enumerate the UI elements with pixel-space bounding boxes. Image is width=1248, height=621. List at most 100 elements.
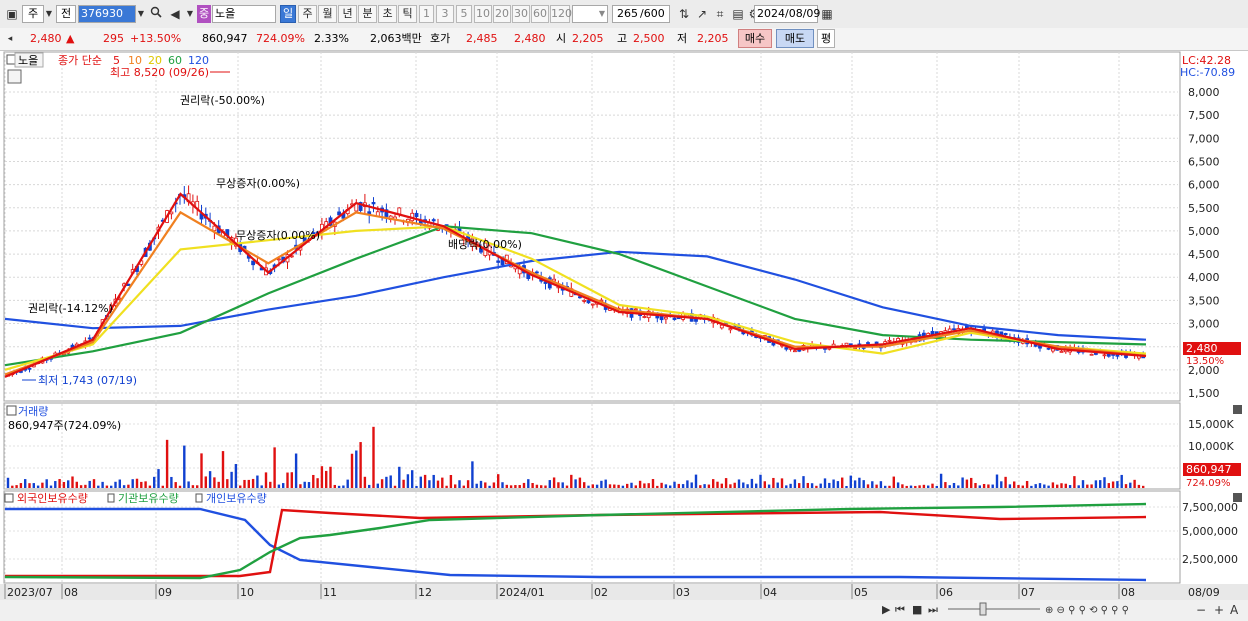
candle-body bbox=[276, 258, 281, 261]
volume-bar bbox=[1090, 484, 1093, 488]
volume-bar bbox=[750, 478, 754, 488]
volume-title: 거래량 bbox=[18, 405, 48, 418]
date-input[interactable]: 2024/08/09 bbox=[754, 5, 820, 23]
zoom-in-icon[interactable]: + bbox=[1214, 603, 1224, 617]
zoom-out-icon[interactable]: − bbox=[1196, 603, 1206, 617]
candle-body bbox=[582, 300, 587, 302]
stock-name-field[interactable]: 노을 bbox=[212, 5, 276, 23]
search-icon[interactable] bbox=[148, 5, 164, 23]
volume-bar bbox=[677, 483, 680, 488]
volume-bar bbox=[905, 485, 908, 488]
volume-bar bbox=[578, 477, 582, 488]
period-week[interactable]: 주 bbox=[298, 5, 317, 23]
interval-60[interactable]: 60 bbox=[531, 5, 549, 23]
display-count-input[interactable]: 265 bbox=[612, 5, 640, 23]
stock-chart[interactable]: 8,000 7,500 7,000 6,500 6,000 5,500 5,000 4,500… bbox=[0, 51, 1248, 621]
volume-bar bbox=[514, 485, 517, 488]
window-menu-icon[interactable]: ▣ bbox=[4, 5, 20, 23]
volume-bar bbox=[62, 481, 66, 488]
font-size-icon[interactable]: A bbox=[1230, 603, 1239, 617]
volume-bar bbox=[484, 482, 487, 488]
period-minute[interactable]: 분 bbox=[358, 5, 377, 23]
volume-bar bbox=[24, 479, 27, 488]
candle-style-icon[interactable]: ⇅ bbox=[676, 5, 692, 23]
period-day[interactable]: 일 bbox=[280, 5, 296, 23]
candle-body bbox=[1003, 333, 1008, 335]
event-rights-2: 권리락(-50.00%) bbox=[180, 94, 265, 107]
period-month[interactable]: 월 bbox=[318, 5, 337, 23]
volume-bar bbox=[415, 485, 418, 488]
scroll-right-icon[interactable]: ▶ bbox=[882, 603, 891, 616]
market-select[interactable]: 전 bbox=[56, 5, 76, 23]
forward-icon[interactable]: ⏭ bbox=[928, 603, 938, 616]
volume-bar bbox=[759, 474, 762, 488]
code-input[interactable]: 376930 bbox=[78, 5, 136, 23]
volume-bar bbox=[1025, 480, 1029, 488]
interval-10[interactable]: 10 bbox=[474, 5, 492, 23]
volume-bar bbox=[974, 483, 977, 488]
volume-bar bbox=[1056, 484, 1059, 488]
chevron-down-icon[interactable]: ▼ bbox=[182, 5, 198, 23]
volume-bar bbox=[755, 483, 758, 488]
collapse-icon[interactable]: ◂ bbox=[2, 30, 18, 48]
volume-bar bbox=[587, 485, 590, 488]
rewind-icon[interactable]: ⏮ bbox=[895, 603, 905, 616]
change-amount: 295 bbox=[103, 32, 124, 45]
volume-bar bbox=[11, 485, 14, 488]
volume-bar bbox=[531, 483, 534, 488]
period-second[interactable]: 초 bbox=[378, 5, 397, 23]
volume-bar bbox=[879, 481, 883, 488]
tool-icons[interactable]: ⊕ ⊖ ⚲ ⚲ ⟲ ⚲ ⚲ ⚲ bbox=[1045, 605, 1129, 616]
volume-bar bbox=[273, 447, 276, 488]
interval-1[interactable]: 1 bbox=[419, 5, 434, 23]
buy-button[interactable]: 매수 bbox=[738, 29, 772, 48]
last-volume-label: 860,947 bbox=[1186, 463, 1232, 476]
interval-30[interactable]: 30 bbox=[512, 5, 530, 23]
table-toggle-icon[interactable] bbox=[7, 69, 22, 84]
y-tick-label: 4,500 bbox=[1188, 248, 1220, 261]
eval-button[interactable]: 평 bbox=[817, 29, 835, 48]
volume-bar bbox=[643, 483, 646, 488]
indicator-icon[interactable]: ▤ bbox=[730, 5, 746, 23]
close-panel-icon[interactable] bbox=[1233, 493, 1242, 502]
volume-bar bbox=[574, 479, 577, 488]
interval-5[interactable]: 5 bbox=[456, 5, 472, 23]
volume-bar bbox=[71, 476, 74, 488]
volume-bar bbox=[131, 479, 134, 488]
volume-bar bbox=[1133, 479, 1136, 488]
candle-body bbox=[212, 225, 217, 232]
close-panel-icon[interactable] bbox=[1233, 405, 1242, 414]
chevron-down-icon[interactable]: ▼ bbox=[133, 5, 149, 23]
event-bonus-1: 무상증자(0.00%) bbox=[216, 177, 300, 190]
stop-icon[interactable]: ■ bbox=[912, 603, 922, 616]
calendar-icon[interactable]: ▦ bbox=[819, 5, 835, 23]
volume-bar bbox=[1043, 484, 1046, 488]
volume-bar bbox=[608, 484, 612, 488]
volume-bar bbox=[41, 482, 44, 488]
chevron-down-icon[interactable]: ▼ bbox=[594, 5, 610, 23]
x-tick-label: 03 bbox=[676, 586, 690, 599]
volume-bar bbox=[901, 484, 904, 488]
period-year[interactable]: 년 bbox=[338, 5, 357, 23]
draw-tool-icon[interactable]: ↗ bbox=[694, 5, 710, 23]
chevron-down-icon[interactable]: ▼ bbox=[44, 5, 54, 23]
interval-3[interactable]: 3 bbox=[436, 5, 454, 23]
volume-bar bbox=[1142, 485, 1145, 488]
chart-type-select[interactable]: 주 bbox=[22, 5, 44, 23]
volume-bar bbox=[148, 485, 152, 488]
interval-20[interactable]: 20 bbox=[493, 5, 511, 23]
volume-bar bbox=[256, 475, 259, 488]
bid-price: 2,480 bbox=[514, 32, 546, 45]
volume-bar bbox=[819, 483, 822, 488]
period-tick[interactable]: 틱 bbox=[398, 5, 417, 23]
volume-bar bbox=[385, 476, 388, 488]
turnover-rate: 2.33% bbox=[314, 32, 349, 45]
ask-price: 2,485 bbox=[466, 32, 498, 45]
speaker-icon[interactable]: ◀ bbox=[167, 5, 183, 23]
zoom-slider-handle[interactable] bbox=[979, 602, 987, 616]
interval-120[interactable]: 120 bbox=[550, 5, 572, 23]
sell-button[interactable]: 매도 bbox=[776, 29, 814, 48]
volume-bar bbox=[720, 483, 723, 488]
volume-bar bbox=[858, 477, 861, 488]
crosshair-icon[interactable]: ⌗ bbox=[712, 5, 728, 23]
